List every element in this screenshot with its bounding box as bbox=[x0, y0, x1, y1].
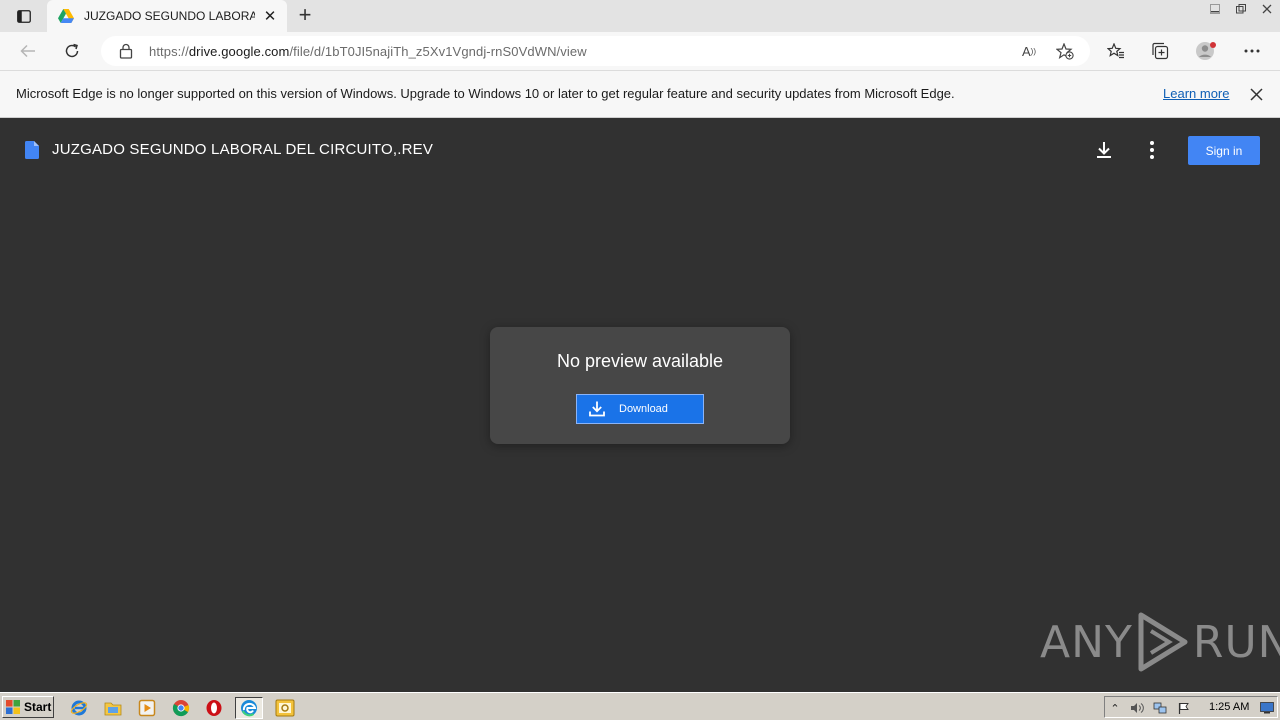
restore-icon[interactable] bbox=[1228, 0, 1254, 18]
favorites-icon[interactable] bbox=[1105, 41, 1127, 61]
lock-icon bbox=[119, 43, 133, 59]
refresh-icon[interactable] bbox=[58, 39, 86, 63]
infobar-message: Microsoft Edge is no longer supported on… bbox=[16, 86, 955, 101]
windows-taskbar: Start ⌃ 1:25 AM bbox=[0, 692, 1280, 720]
watermark-run: RUN bbox=[1192, 616, 1280, 668]
edge-icon[interactable] bbox=[235, 697, 263, 719]
outlook-icon[interactable] bbox=[272, 697, 298, 719]
opera-icon[interactable] bbox=[203, 697, 225, 719]
sign-in-button[interactable]: Sign in bbox=[1188, 136, 1260, 165]
network-icon[interactable] bbox=[1152, 700, 1168, 716]
play-logo-icon bbox=[1138, 612, 1188, 672]
media-player-icon[interactable] bbox=[136, 697, 158, 719]
tab-strip: JUZGADO SEGUNDO LABORAL D ✕ + bbox=[0, 0, 1280, 32]
anyrun-watermark: ANY RUN bbox=[1040, 610, 1280, 674]
collections-icon[interactable] bbox=[1149, 41, 1171, 61]
close-icon[interactable] bbox=[1247, 85, 1265, 103]
unsupported-os-infobar: Microsoft Edge is no longer supported on… bbox=[0, 70, 1280, 118]
download-label: Download bbox=[619, 403, 668, 415]
download-icon bbox=[589, 401, 605, 417]
no-preview-message: No preview available bbox=[556, 351, 724, 371]
read-aloud-icon[interactable]: A)) bbox=[1019, 42, 1039, 60]
file-icon bbox=[25, 141, 39, 159]
watermark-any: ANY bbox=[1040, 616, 1133, 668]
download-button[interactable]: Download bbox=[576, 394, 704, 424]
internet-explorer-icon[interactable] bbox=[68, 697, 90, 719]
file-title: JUZGADO SEGUNDO LABORAL DEL CIRCUITO,.RE… bbox=[52, 141, 434, 158]
volume-icon[interactable] bbox=[1129, 700, 1145, 716]
add-favorite-icon[interactable] bbox=[1055, 42, 1075, 60]
action-center-flag-icon[interactable] bbox=[1176, 700, 1192, 716]
drive-viewer: JUZGADO SEGUNDO LABORAL DEL CIRCUITO,.RE… bbox=[0, 118, 1280, 692]
minimize-icon[interactable] bbox=[1202, 0, 1228, 18]
learn-more-link[interactable]: Learn more bbox=[1163, 86, 1229, 101]
url-text[interactable]: https://drive.google.com/file/d/1bT0JI5n… bbox=[149, 44, 587, 59]
show-hidden-icon[interactable]: ⌃ bbox=[1107, 700, 1123, 716]
close-window-icon[interactable] bbox=[1254, 0, 1280, 18]
profile-avatar[interactable] bbox=[1195, 41, 1217, 61]
tab-title: JUZGADO SEGUNDO LABORAL D bbox=[84, 9, 255, 23]
back-icon[interactable] bbox=[14, 39, 42, 63]
file-explorer-icon[interactable] bbox=[102, 697, 124, 719]
start-label: Start bbox=[24, 700, 52, 714]
tab-close-icon[interactable]: ✕ bbox=[261, 7, 279, 25]
address-bar[interactable]: https://drive.google.com/file/d/1bT0JI5n… bbox=[101, 36, 1090, 66]
google-drive-icon bbox=[58, 9, 74, 23]
start-button[interactable]: Start bbox=[2, 696, 54, 718]
chrome-icon[interactable] bbox=[170, 697, 192, 719]
no-preview-card: No preview available Download bbox=[490, 327, 790, 444]
window-controls bbox=[1202, 0, 1280, 18]
browser-tab[interactable]: JUZGADO SEGUNDO LABORAL D ✕ bbox=[47, 0, 287, 32]
system-tray: ⌃ 1:25 AM bbox=[1104, 696, 1278, 718]
windows-logo-icon bbox=[6, 700, 20, 714]
tab-actions-icon[interactable] bbox=[10, 6, 38, 26]
download-icon[interactable] bbox=[1093, 139, 1115, 161]
clock: 1:25 AM bbox=[1209, 701, 1250, 713]
show-desktop-icon[interactable] bbox=[1259, 700, 1275, 716]
new-tab-button[interactable]: + bbox=[294, 2, 316, 27]
more-actions-icon[interactable] bbox=[1141, 139, 1163, 161]
more-options-icon[interactable] bbox=[1241, 41, 1263, 61]
browser-toolbar: https://drive.google.com/file/d/1bT0JI5n… bbox=[0, 32, 1280, 70]
